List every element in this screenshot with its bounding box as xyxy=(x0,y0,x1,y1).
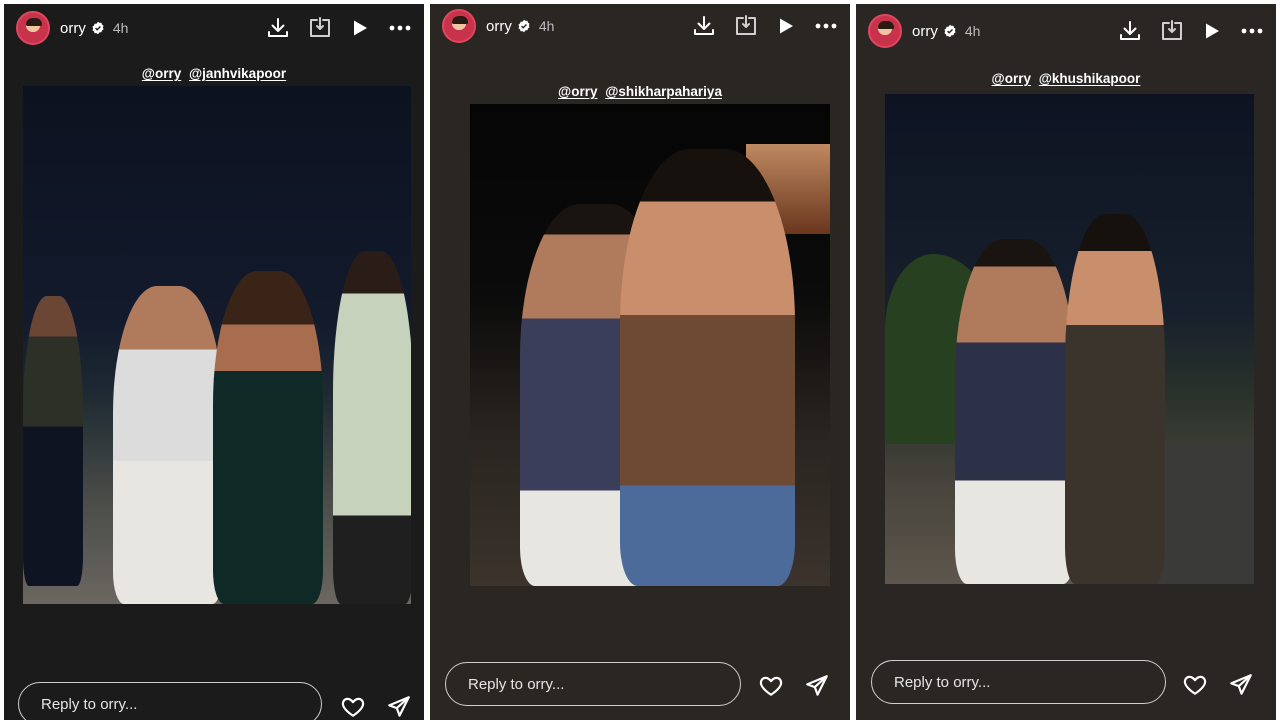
verified-icon xyxy=(518,19,530,33)
heart-icon[interactable] xyxy=(758,673,784,699)
username[interactable]: orry xyxy=(486,18,512,35)
save-icon[interactable] xyxy=(1160,19,1184,43)
send-icon[interactable] xyxy=(1228,672,1254,698)
header-actions xyxy=(1118,19,1264,43)
post-time: 4h xyxy=(112,20,129,36)
heart-icon[interactable] xyxy=(340,694,366,720)
mention-tag[interactable]: @khushikapoor xyxy=(1039,71,1141,86)
more-icon[interactable] xyxy=(1240,19,1264,43)
username[interactable]: orry xyxy=(60,20,86,37)
mention-tag[interactable]: @orry xyxy=(992,71,1031,86)
download-icon[interactable] xyxy=(692,14,716,38)
mention-tags: @orry @janhvikapoor xyxy=(4,66,424,81)
footer-actions xyxy=(340,694,412,720)
username[interactable]: orry xyxy=(912,23,938,40)
play-icon[interactable] xyxy=(350,18,370,38)
reply-input[interactable]: Reply to orry... xyxy=(18,682,322,720)
story-photo xyxy=(470,104,830,586)
verified-icon xyxy=(944,24,956,38)
mention-tag[interactable]: @orry xyxy=(558,84,597,99)
avatar[interactable] xyxy=(442,9,476,43)
story-panel-1: orry 4h @orry @janhvikapoor Reply to orr… xyxy=(4,4,424,720)
avatar[interactable] xyxy=(868,14,902,48)
reply-input[interactable]: Reply to orry... xyxy=(445,662,741,706)
send-icon[interactable] xyxy=(804,673,830,699)
reply-input[interactable]: Reply to orry... xyxy=(871,660,1166,704)
header-actions xyxy=(266,16,412,40)
story-header: orry 4h xyxy=(430,4,850,48)
story-panel-2: orry 4h @orry @shikharpahariya Reply to … xyxy=(430,4,850,720)
more-icon[interactable] xyxy=(814,14,838,38)
send-icon[interactable] xyxy=(386,694,412,720)
save-icon[interactable] xyxy=(308,16,332,40)
story-header: orry 4h xyxy=(4,6,424,50)
post-time: 4h xyxy=(538,18,555,34)
footer-actions xyxy=(758,673,830,699)
download-icon[interactable] xyxy=(266,16,290,40)
story-header: orry 4h xyxy=(856,9,1276,53)
avatar[interactable] xyxy=(16,11,50,45)
play-icon[interactable] xyxy=(776,16,796,36)
post-time: 4h xyxy=(964,23,981,39)
download-icon[interactable] xyxy=(1118,19,1142,43)
footer-actions xyxy=(1182,672,1254,698)
mention-tag[interactable]: @orry xyxy=(142,66,181,81)
mention-tags: @orry @shikharpahariya xyxy=(430,84,850,99)
story-photo xyxy=(23,86,411,604)
play-icon[interactable] xyxy=(1202,21,1222,41)
verified-icon xyxy=(92,21,104,35)
header-actions xyxy=(692,14,838,38)
heart-icon[interactable] xyxy=(1182,672,1208,698)
more-icon[interactable] xyxy=(388,16,412,40)
story-panel-3: orry 4h @orry @khushikapoor Reply to orr… xyxy=(856,4,1276,720)
mention-tag[interactable]: @shikharpahariya xyxy=(605,84,722,99)
story-photo xyxy=(885,94,1254,584)
save-icon[interactable] xyxy=(734,14,758,38)
mention-tags: @orry @khushikapoor xyxy=(856,71,1276,86)
mention-tag[interactable]: @janhvikapoor xyxy=(189,66,286,81)
